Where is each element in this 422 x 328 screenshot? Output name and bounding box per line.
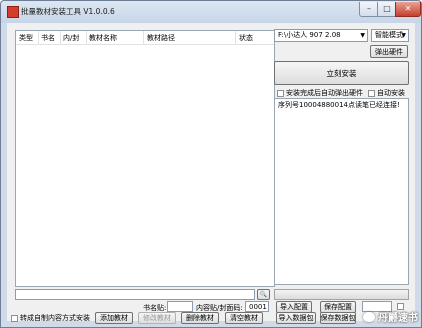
minimize-button[interactable]: – <box>359 2 379 17</box>
client-area: 类型 书名 内/封 教材名称 教材路径 状态 F:\小达人 907 2.08 ▼… <box>7 23 415 324</box>
column-status[interactable]: 状态 <box>239 33 253 43</box>
mode-select[interactable]: 智能模式 ▼ <box>371 29 409 42</box>
auto-eject-checkbox[interactable]: 安装完成后自动弹出硬件 <box>277 88 363 98</box>
checkbox-box[interactable] <box>277 89 284 97</box>
chevron-down-icon: ▼ <box>401 32 406 39</box>
column-material-name[interactable]: 教材名称 <box>89 33 117 43</box>
search-icon: 🔍 <box>259 291 268 298</box>
column-type[interactable]: 类型 <box>19 33 33 43</box>
checkbox-box[interactable] <box>11 314 18 322</box>
window-title: 批量教材安装工具 V1.0.0.6 <box>21 7 115 16</box>
list-header: 类型 书名 内/封 教材名称 教材路径 状态 <box>16 31 274 45</box>
watermark: 丹爵速书 <box>363 309 418 324</box>
mode-select-value: 智能模式 <box>375 31 403 39</box>
maximize-button[interactable]: □ <box>377 2 397 17</box>
watermark-text: 丹爵速书 <box>378 313 418 324</box>
device-select-value: F:\小达人 907 2.08 <box>278 31 341 39</box>
search-input[interactable] <box>15 289 255 300</box>
material-list[interactable]: 类型 书名 内/封 教材名称 教材路径 状态 <box>15 30 275 287</box>
log-panel[interactable]: 序列号10004880014点读笔已经连接! <box>274 98 409 285</box>
convert-mode-checkbox[interactable]: 转成自制内容方式安装 <box>11 313 90 323</box>
app-window: 批量教材安装工具 V1.0.0.6 – □ ✕ 类型 书名 内/封 教材名称 教… <box>0 0 422 328</box>
log-line: 序列号10004880014点读笔已经连接! <box>278 101 400 109</box>
modify-material-button[interactable]: 修改教材 <box>138 312 176 324</box>
auto-eject-label: 安装完成后自动弹出硬件 <box>286 89 363 97</box>
auto-install-checkbox[interactable]: 自动安装 <box>368 88 405 98</box>
save-pack-button[interactable]: 保存数据包 <box>320 312 356 324</box>
checkbox-box[interactable] <box>368 89 375 97</box>
convert-mode-label: 转成自制内容方式安装 <box>20 314 90 322</box>
install-now-button[interactable]: 立刻安装 <box>274 61 409 85</box>
column-material-path[interactable]: 教材路径 <box>147 33 175 43</box>
add-material-button[interactable]: 添加教材 <box>95 312 133 324</box>
app-icon <box>7 6 19 18</box>
import-pack-button[interactable]: 导入数据包 <box>276 312 316 324</box>
book-field[interactable] <box>167 301 193 312</box>
clear-material-button[interactable]: 清空教材 <box>225 312 263 324</box>
code-field[interactable]: 0001 <box>245 301 269 312</box>
column-inner-cover[interactable]: 内/封 <box>63 33 79 43</box>
title-bar[interactable]: 批量教材安装工具 V1.0.0.6 – □ ✕ <box>1 1 421 23</box>
chevron-down-icon: ▼ <box>360 32 365 39</box>
device-select[interactable]: F:\小达人 907 2.08 ▼ <box>274 29 368 42</box>
progress-bar <box>274 289 409 300</box>
close-button[interactable]: ✕ <box>395 2 421 17</box>
auto-install-label: 自动安装 <box>377 89 405 97</box>
chat-bubble-icon <box>363 311 375 322</box>
eject-button[interactable]: 弹出硬件 <box>370 45 408 58</box>
column-book[interactable]: 书名 <box>41 33 55 43</box>
search-button[interactable]: 🔍 <box>257 289 270 300</box>
delete-material-button[interactable]: 删除教材 <box>181 312 219 324</box>
